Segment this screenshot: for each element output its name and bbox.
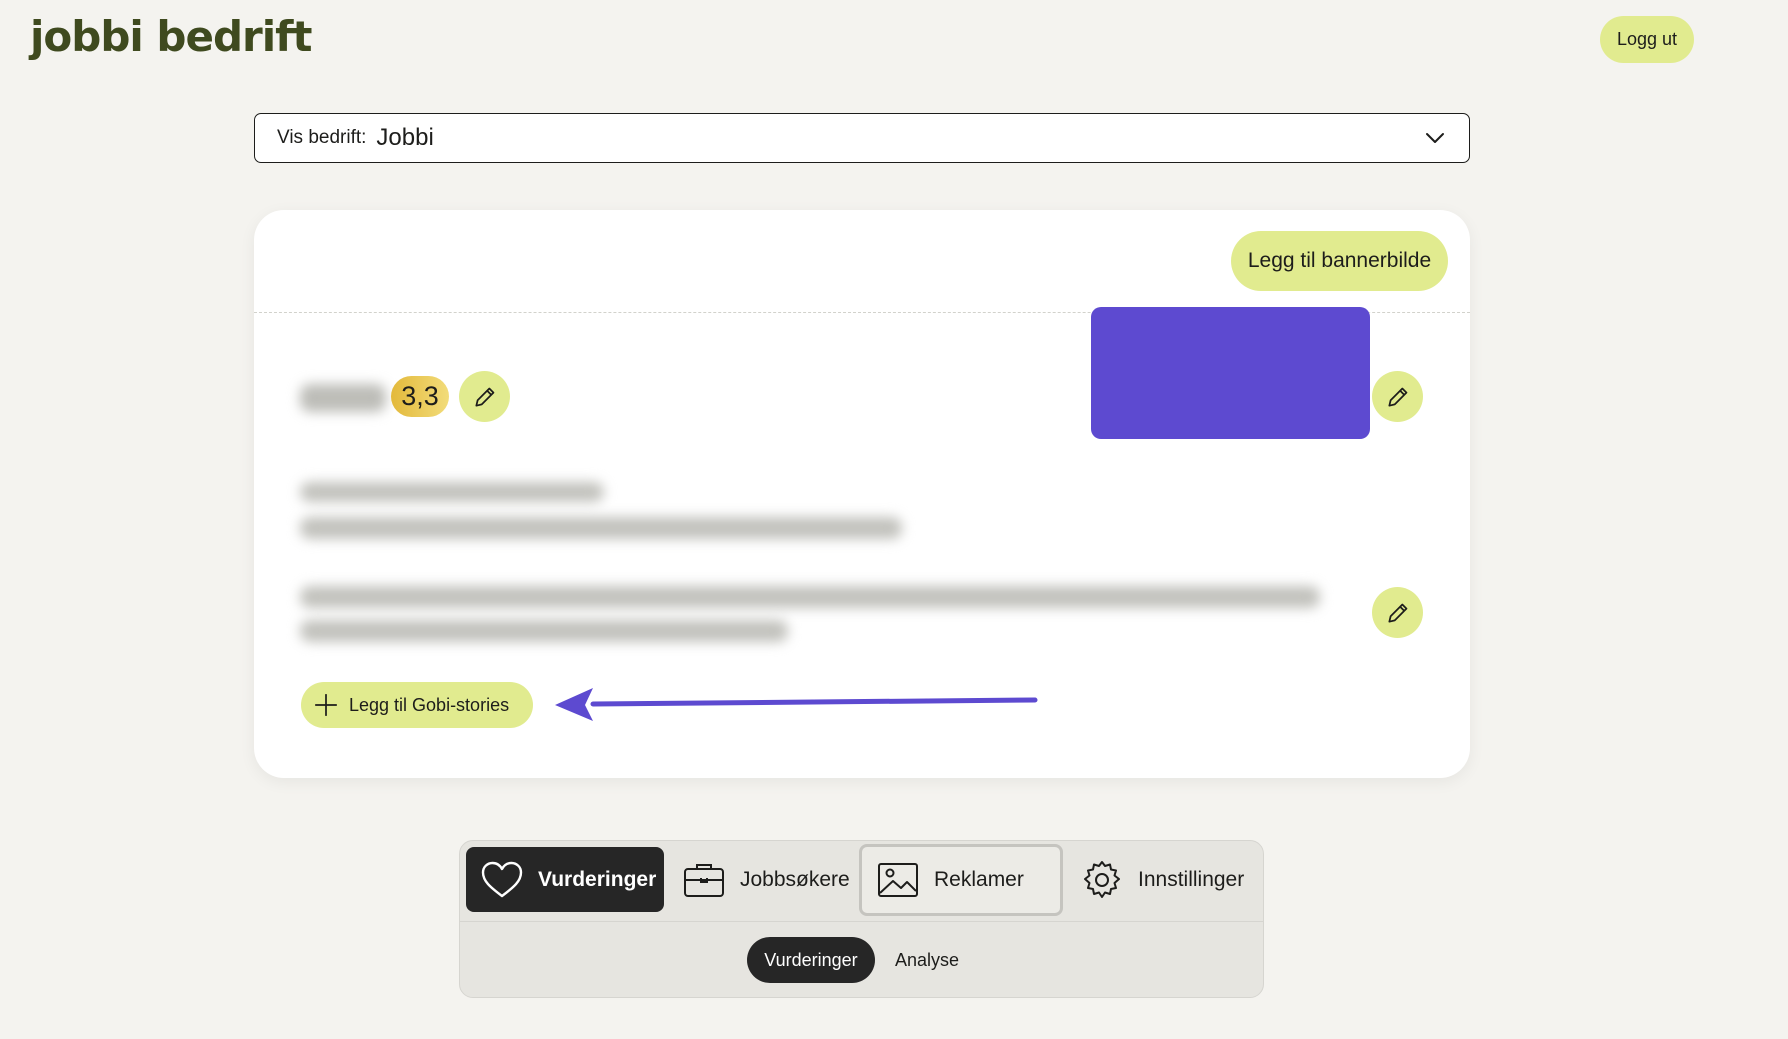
edit-name-button[interactable] — [459, 371, 510, 422]
tab-jobbsokere[interactable]: Jobbsøkere — [668, 847, 850, 912]
add-banner-button[interactable]: Legg til bannerbilde — [1231, 231, 1448, 291]
company-select[interactable]: Vis bedrift: Jobbi — [254, 113, 1470, 163]
add-gobi-stories-button[interactable]: Legg til Gobi-stories — [301, 682, 533, 728]
company-tags-blurred — [300, 517, 902, 539]
tab-reklamer[interactable]: Reklamer — [859, 844, 1063, 916]
logo[interactable]: jobbi bedrift — [30, 12, 312, 61]
tab-vurderinger[interactable]: Vurderinger — [466, 847, 664, 912]
tab-label: Jobbsøkere — [740, 867, 850, 891]
company-logo[interactable] — [1091, 307, 1370, 439]
bottom-navigation: Vurderinger Jobbsøkere Reklamer Innstill… — [459, 840, 1264, 998]
tab-label: Innstillinger — [1138, 867, 1245, 891]
company-description-blurred-2 — [300, 620, 788, 642]
annotation-arrow — [555, 688, 1038, 721]
tab-innstillinger[interactable]: Innstillinger — [1066, 847, 1262, 912]
tab-label: Reklamer — [934, 868, 1024, 891]
company-info-blurred — [300, 482, 604, 502]
rating-badge: 3,3 — [391, 376, 449, 417]
pencil-icon — [1387, 603, 1407, 623]
chevron-down-icon — [1426, 133, 1444, 143]
add-gobi-stories-label: Legg til Gobi-stories — [349, 694, 510, 715]
edit-description-button[interactable] — [1372, 587, 1423, 638]
heart-icon — [481, 861, 523, 897]
pencil-icon — [1387, 387, 1407, 407]
edit-logo-button[interactable] — [1372, 371, 1423, 422]
subtab-analyse[interactable]: Analyse — [885, 937, 969, 983]
logout-button[interactable]: Logg ut — [1600, 16, 1694, 63]
pencil-icon — [474, 387, 494, 407]
gear-icon — [1084, 860, 1120, 898]
main-tabs-row: Vurderinger Jobbsøkere Reklamer Innstill… — [460, 841, 1263, 922]
subtab-vurderinger[interactable]: Vurderinger — [747, 937, 875, 983]
company-description-blurred — [300, 586, 1320, 608]
page: jobbi bedrift Logg ut Vis bedrift: Jobbi… — [0, 0, 1788, 1039]
briefcase-icon — [684, 863, 724, 897]
company-select-label: Vis bedrift: — [277, 127, 367, 148]
tab-label: Vurderinger — [538, 867, 657, 891]
company-select-value: Jobbi — [376, 124, 434, 151]
company-name-blurred — [300, 384, 386, 412]
plus-icon — [315, 694, 337, 716]
image-icon — [878, 863, 918, 897]
